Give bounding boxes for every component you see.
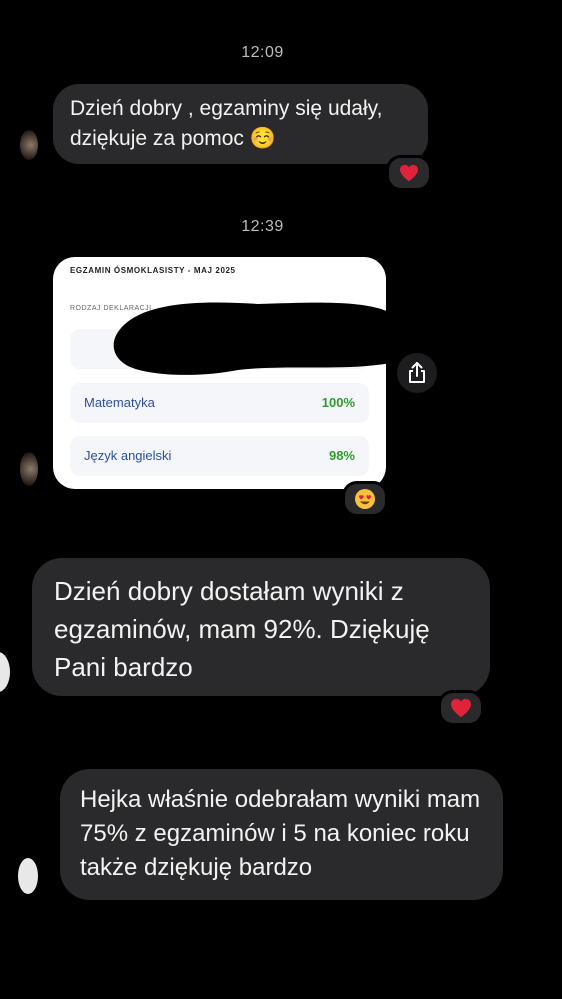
timestamp: 12:39 — [241, 218, 284, 235]
heart-icon — [451, 698, 471, 718]
message-text: Dzień dobry dostałam wyniki z egzaminów,… — [54, 576, 430, 682]
share-icon — [409, 362, 425, 383]
message-bubble[interactable]: Dzień dobry dostałam wyniki z egzaminów,… — [32, 558, 490, 696]
share-button[interactable] — [397, 353, 437, 393]
heart-icon — [400, 164, 418, 182]
sender-avatar[interactable] — [0, 652, 10, 692]
message-reaction[interactable] — [342, 481, 388, 517]
attachment-header: EGZAMIN ÓSMOKLASISTY - MAJ 2025 — [70, 266, 236, 275]
sender-avatar[interactable] — [20, 130, 38, 160]
message-reaction[interactable] — [386, 155, 432, 191]
subject-name: Język angielski — [84, 448, 172, 463]
image-attachment[interactable]: EGZAMIN ÓSMOKLASISTY - MAJ 2025 RODZAJ D… — [53, 257, 386, 489]
subject-name: Matematyka — [84, 395, 155, 410]
result-row: Matematyka 100% — [70, 383, 369, 423]
result-row: Język angielski 98% — [70, 436, 369, 476]
message-reaction[interactable] — [438, 690, 484, 726]
subject-result: 100% — [321, 395, 355, 410]
message-bubble[interactable]: Hejka właśnie odebrałam wyniki mam 75% z… — [60, 769, 503, 900]
redaction-scribble — [113, 302, 386, 375]
sender-avatar[interactable] — [18, 858, 38, 894]
message-text: Hejka właśnie odebrałam wyniki mam 75% z… — [80, 786, 481, 881]
subject-result: 98% — [328, 448, 355, 463]
timestamp: 12:09 — [241, 44, 284, 61]
message-text: Dzień dobry , egzaminy się udały, dzięku… — [70, 97, 383, 150]
heart-eyes-emoji-icon — [355, 489, 375, 509]
message-bubble[interactable]: Dzień dobry , egzaminy się udały, dzięku… — [53, 84, 428, 164]
sender-avatar[interactable] — [20, 452, 38, 486]
